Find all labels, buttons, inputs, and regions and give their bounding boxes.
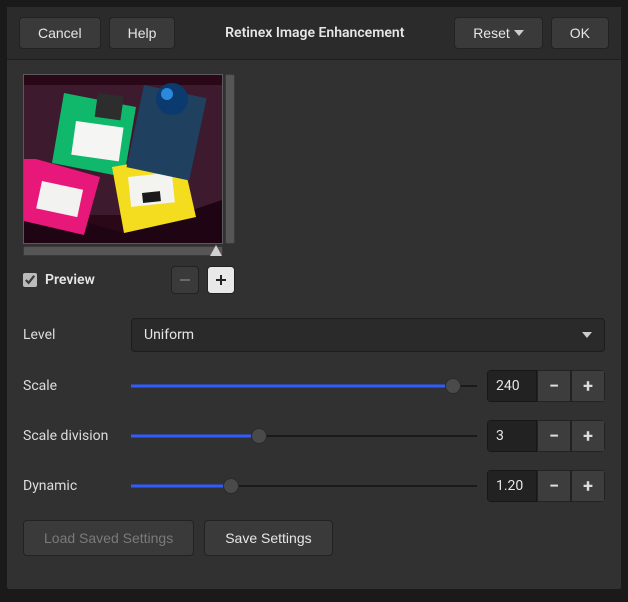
ok-button[interactable]: OK [551, 17, 609, 49]
help-button[interactable]: Help [109, 17, 176, 49]
preview-checkbox[interactable] [23, 273, 37, 287]
zoom-out-button[interactable] [171, 266, 199, 294]
scale-slider[interactable] [131, 376, 477, 396]
level-row: Level Uniform [23, 318, 605, 352]
scale-row: Scale 240 − + [23, 370, 605, 402]
save-settings-button[interactable]: Save Settings [204, 520, 332, 556]
load-saved-settings-button[interactable]: Load Saved Settings [23, 520, 194, 556]
titlebar: Cancel Help Retinex Image Enhancement Re… [7, 7, 621, 60]
scale-division-label: Scale division [23, 428, 121, 444]
preview-area: Preview [23, 74, 241, 294]
zoom-in-button[interactable] [207, 266, 235, 294]
dynamic-row: Dynamic 1.20 − + [23, 470, 605, 502]
scale-division-spinbox: 3 − + [487, 420, 605, 452]
preview-checkbox-label: Preview [45, 272, 163, 288]
vertical-scrollbar[interactable] [225, 74, 235, 244]
scale-decrement-button[interactable]: − [537, 370, 571, 402]
scale-spinbox: 240 − + [487, 370, 605, 402]
dialog-content: Preview Level Uniform [7, 60, 621, 589]
dynamic-slider[interactable] [131, 476, 477, 496]
dynamic-label: Dynamic [23, 478, 121, 494]
scale-division-decrement-button[interactable]: − [537, 420, 571, 452]
dynamic-decrement-button[interactable]: − [537, 470, 571, 502]
level-value: Uniform [144, 327, 194, 343]
chevron-down-icon [514, 30, 524, 36]
scale-division-row: Scale division 3 − + [23, 420, 605, 452]
preview-viewport [23, 74, 241, 244]
reset-button[interactable]: Reset [454, 17, 543, 49]
level-label: Level [23, 327, 121, 343]
scale-division-increment-button[interactable]: + [571, 420, 605, 452]
footer-buttons: Load Saved Settings Save Settings [23, 520, 605, 556]
scale-division-value[interactable]: 3 [487, 420, 537, 452]
preview-controls: Preview [23, 266, 235, 294]
scale-division-slider[interactable] [131, 426, 477, 446]
preview-image[interactable] [23, 74, 223, 244]
scale-value[interactable]: 240 [487, 370, 537, 402]
horizontal-scrollbar[interactable] [23, 246, 223, 256]
scale-increment-button[interactable]: + [571, 370, 605, 402]
dynamic-value[interactable]: 1.20 [487, 470, 537, 502]
scale-label: Scale [23, 378, 121, 394]
level-select[interactable]: Uniform [131, 318, 605, 352]
dynamic-spinbox: 1.20 − + [487, 470, 605, 502]
controls: Level Uniform Scale 240 − [23, 318, 605, 556]
dialog-title: Retinex Image Enhancement [183, 25, 446, 41]
chevron-down-icon [582, 332, 592, 338]
dynamic-increment-button[interactable]: + [571, 470, 605, 502]
reset-label: Reset [473, 25, 510, 41]
cancel-button[interactable]: Cancel [19, 17, 101, 49]
retinex-dialog: Cancel Help Retinex Image Enhancement Re… [6, 6, 622, 590]
resize-grip-icon[interactable] [210, 245, 222, 256]
